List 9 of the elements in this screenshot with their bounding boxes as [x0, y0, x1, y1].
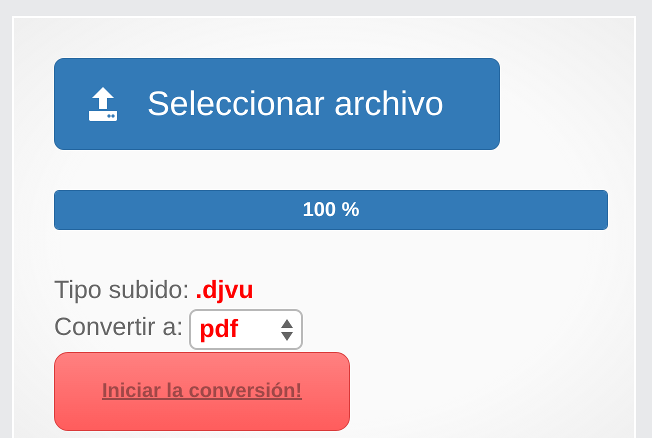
uploaded-type-label: Tipo subido:: [54, 276, 190, 305]
format-select[interactable]: pdf: [189, 309, 304, 350]
up-down-arrows-icon: [281, 318, 294, 342]
upload-icon: [89, 87, 117, 121]
convert-label: Convertir a:: [54, 313, 184, 342]
uploaded-type-value: .djvu: [195, 276, 254, 305]
upload-button[interactable]: Seleccionar archivo: [54, 58, 500, 150]
start-conversion-button[interactable]: Iniciar la conversión!: [54, 352, 350, 431]
progress-label: 100 %: [302, 199, 360, 222]
